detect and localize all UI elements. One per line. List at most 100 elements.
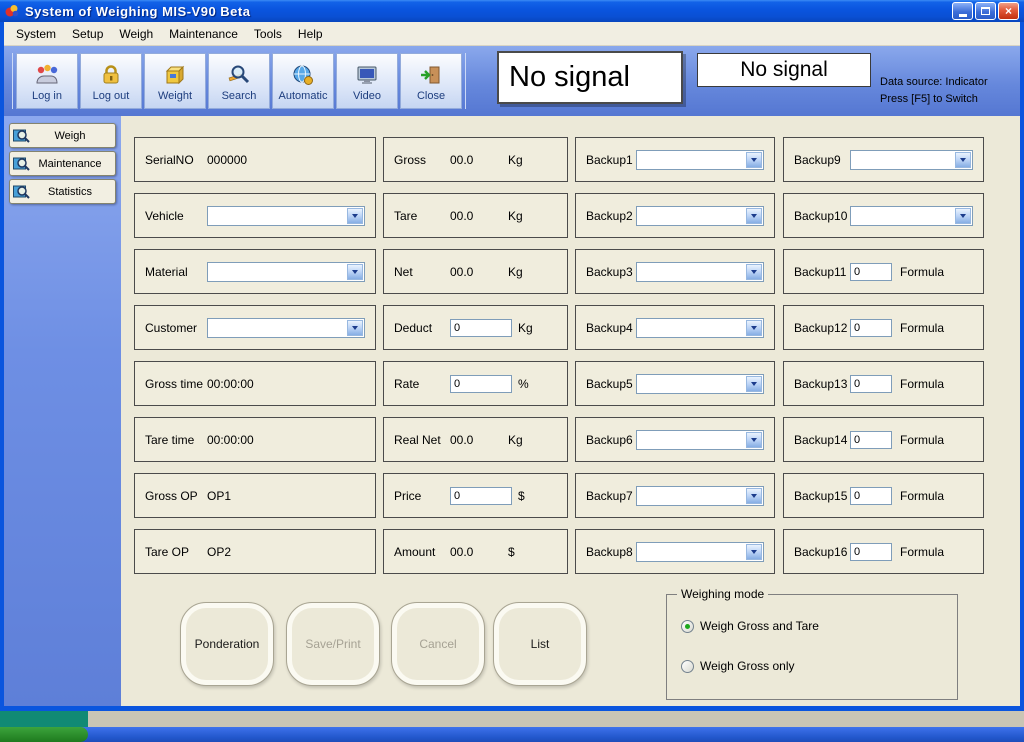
automatic-button[interactable]: Automatic xyxy=(272,53,334,109)
desktop-strip xyxy=(0,711,1024,727)
backup5-dropdown[interactable] xyxy=(636,373,764,394)
backup12-input[interactable] xyxy=(850,318,892,337)
window-border-right xyxy=(1020,22,1024,711)
maximize-button[interactable] xyxy=(975,2,996,20)
data-source-line1: Data source: Indicator xyxy=(880,76,988,88)
cancel-button[interactable]: Cancel xyxy=(391,602,485,686)
field-amount: Amount 00.0 $ xyxy=(383,529,568,574)
field-gross: Gross 00.0 Kg xyxy=(383,137,568,182)
sidebar-item-statistics[interactable]: Statistics xyxy=(9,179,116,204)
chevron-down-icon[interactable] xyxy=(347,263,363,280)
menu-system[interactable]: System xyxy=(8,24,64,44)
backup10-dropdown[interactable] xyxy=(850,205,973,226)
save-print-button[interactable]: Save/Print xyxy=(286,602,380,686)
field-label: Backup2 xyxy=(586,208,633,223)
field-label: Gross xyxy=(394,152,427,167)
backup4-dropdown[interactable] xyxy=(636,317,764,338)
customer-dropdown[interactable] xyxy=(207,317,365,338)
real-net-value: 00.0 xyxy=(450,432,474,447)
vehicle-dropdown[interactable] xyxy=(207,205,365,226)
chevron-down-icon[interactable] xyxy=(746,319,762,336)
backup9-dropdown[interactable] xyxy=(850,149,973,170)
radio-weigh-gross-only[interactable]: Weigh Gross only xyxy=(681,659,794,673)
price-input[interactable] xyxy=(450,486,512,505)
field-label: Backup15 xyxy=(794,488,848,503)
chevron-down-icon[interactable] xyxy=(746,543,762,560)
backup7-dropdown[interactable] xyxy=(636,485,764,506)
sidebar-item-weigh[interactable]: Weigh xyxy=(9,123,116,148)
rate-input[interactable] xyxy=(450,374,512,393)
field-label: Backup10 xyxy=(794,208,848,223)
start-button[interactable] xyxy=(0,727,88,742)
window-title: System of Weighing MIS-V90 Beta xyxy=(25,3,251,19)
login-icon xyxy=(34,61,60,89)
field-label: Rate xyxy=(394,376,420,391)
unit-label: Kg xyxy=(508,152,523,167)
field-label: Tare xyxy=(394,208,418,223)
automatic-label: Automatic xyxy=(278,89,328,102)
close-label: Close xyxy=(416,89,446,102)
close-tool-button[interactable]: Close xyxy=(400,53,462,109)
chevron-down-icon[interactable] xyxy=(347,207,363,224)
search-button[interactable]: Search xyxy=(208,53,270,109)
magnifier-icon xyxy=(13,128,31,144)
backup14-input[interactable] xyxy=(850,430,892,449)
field-gross-time: Gross time 00:00:00 xyxy=(134,361,376,406)
chevron-down-icon[interactable] xyxy=(347,319,363,336)
toolbar: Log in Log out Weight Search Automatic V… xyxy=(4,46,1020,116)
chevron-down-icon[interactable] xyxy=(955,207,971,224)
field-label: Customer xyxy=(145,320,198,335)
backup8-dropdown[interactable] xyxy=(636,541,764,562)
material-dropdown[interactable] xyxy=(207,261,365,282)
field-backup14: Backup14 Formula xyxy=(783,417,984,462)
menu-maintenance[interactable]: Maintenance xyxy=(161,24,246,44)
chevron-down-icon[interactable] xyxy=(746,151,762,168)
menu-setup[interactable]: Setup xyxy=(64,24,111,44)
login-button[interactable]: Log in xyxy=(16,53,78,109)
backup6-dropdown[interactable] xyxy=(636,429,764,450)
ponderation-button[interactable]: Ponderation xyxy=(180,602,274,686)
chevron-down-icon[interactable] xyxy=(746,487,762,504)
field-label: Gross time xyxy=(145,376,204,391)
field-backup9: Backup9 xyxy=(783,137,984,182)
video-button[interactable]: Video xyxy=(336,53,398,109)
logout-button[interactable]: Log out xyxy=(80,53,142,109)
toolbar-buttons: Log in Log out Weight Search Automatic V… xyxy=(12,53,466,109)
backup2-dropdown[interactable] xyxy=(636,205,764,226)
backup1-dropdown[interactable] xyxy=(636,149,764,170)
field-customer: Customer xyxy=(134,305,376,350)
radio-selected-icon[interactable] xyxy=(681,619,694,633)
login-label: Log in xyxy=(32,89,62,102)
gross-value: 00.0 xyxy=(450,152,474,167)
menu-tools[interactable]: Tools xyxy=(246,24,290,44)
chevron-down-icon[interactable] xyxy=(955,151,971,168)
radio-unselected-icon[interactable] xyxy=(681,659,694,673)
search-label: Search xyxy=(221,89,257,102)
menu-weigh[interactable]: Weigh xyxy=(111,24,161,44)
menu-help[interactable]: Help xyxy=(290,24,331,44)
weighing-mode-group: Weighing mode Weigh Gross and Tare Weigh… xyxy=(666,587,958,700)
sidebar-item-maintenance[interactable]: Maintenance xyxy=(9,151,116,176)
unit-label: $ xyxy=(508,544,515,559)
sidebar-item-label: Weigh xyxy=(54,129,86,142)
backup3-dropdown[interactable] xyxy=(636,261,764,282)
minimize-button[interactable] xyxy=(952,2,973,20)
weight-button[interactable]: Weight xyxy=(144,53,206,109)
list-button[interactable]: List xyxy=(493,602,587,686)
chevron-down-icon[interactable] xyxy=(746,431,762,448)
field-label: Backup3 xyxy=(586,264,633,279)
backup16-input[interactable] xyxy=(850,542,892,561)
radio-weigh-gross-and-tare[interactable]: Weigh Gross and Tare xyxy=(681,619,819,633)
titlebar-close-button[interactable]: × xyxy=(998,2,1019,20)
net-value: 00.0 xyxy=(450,264,474,279)
chevron-down-icon[interactable] xyxy=(746,263,762,280)
backup11-input[interactable] xyxy=(850,262,892,281)
deduct-input[interactable] xyxy=(450,318,512,337)
field-label: Real Net xyxy=(394,432,441,447)
backup13-input[interactable] xyxy=(850,374,892,393)
gross-time-value: 00:00:00 xyxy=(207,376,254,391)
chevron-down-icon[interactable] xyxy=(746,207,762,224)
backup15-input[interactable] xyxy=(850,486,892,505)
chevron-down-icon[interactable] xyxy=(746,375,762,392)
field-backup12: Backup12 Formula xyxy=(783,305,984,350)
